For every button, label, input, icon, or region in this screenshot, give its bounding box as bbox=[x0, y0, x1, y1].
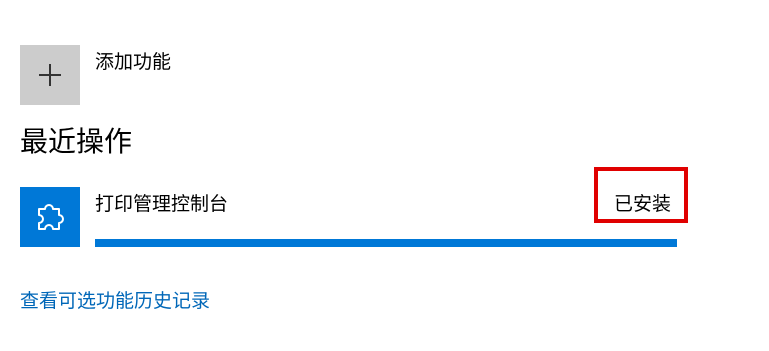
feature-name: 打印管理控制台 bbox=[95, 193, 229, 215]
view-feature-history-link[interactable]: 查看可选功能历史记录 bbox=[20, 288, 210, 314]
feature-progress-fill bbox=[95, 239, 677, 247]
feature-item-print-management[interactable]: 打印管理控制台 已安装 bbox=[20, 187, 680, 249]
add-feature-label[interactable]: 添加功能 bbox=[95, 50, 171, 74]
plus-icon[interactable] bbox=[20, 45, 80, 105]
status-highlight-box bbox=[594, 167, 688, 223]
recent-actions-title: 最近操作 bbox=[20, 125, 133, 158]
feature-tile bbox=[20, 187, 80, 247]
add-feature-button[interactable]: 添加功能 bbox=[20, 45, 320, 105]
puzzle-piece-icon bbox=[38, 204, 64, 230]
feature-progress-bar bbox=[95, 239, 677, 247]
